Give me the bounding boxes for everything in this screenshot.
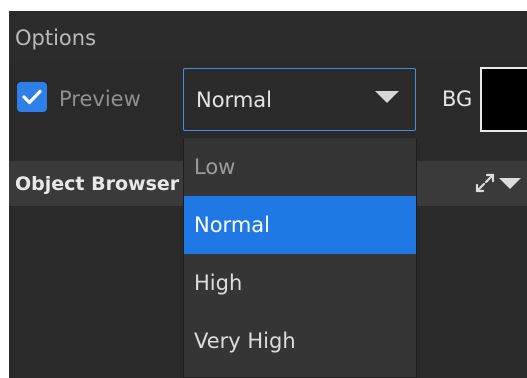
panel-frame: Options Preview Normal BG Object Browser… (9, 11, 527, 378)
quality-select-value: Normal (196, 88, 272, 112)
bg-color-swatch[interactable] (480, 67, 527, 132)
caret-down-icon (375, 91, 399, 103)
quality-select[interactable]: Normal (183, 68, 416, 131)
options-title: Options (15, 26, 97, 50)
options-header: Options (9, 11, 527, 64)
quality-dropdown-list: Low Normal High Very High (183, 138, 417, 378)
preview-label: Preview (59, 87, 141, 111)
dropdown-option-very-high[interactable]: Very High (184, 312, 416, 370)
caret-down-icon[interactable] (499, 178, 521, 189)
bg-label: BG (442, 87, 473, 111)
preview-checkbox[interactable] (17, 82, 47, 112)
dropdown-option-normal[interactable]: Normal (184, 196, 416, 254)
expand-arrows-icon[interactable] (474, 172, 496, 194)
dropdown-option-high[interactable]: High (184, 254, 416, 312)
object-browser-title: Object Browser (15, 173, 180, 195)
checkmark-icon (22, 89, 42, 105)
dropdown-option-low[interactable]: Low (184, 138, 416, 196)
